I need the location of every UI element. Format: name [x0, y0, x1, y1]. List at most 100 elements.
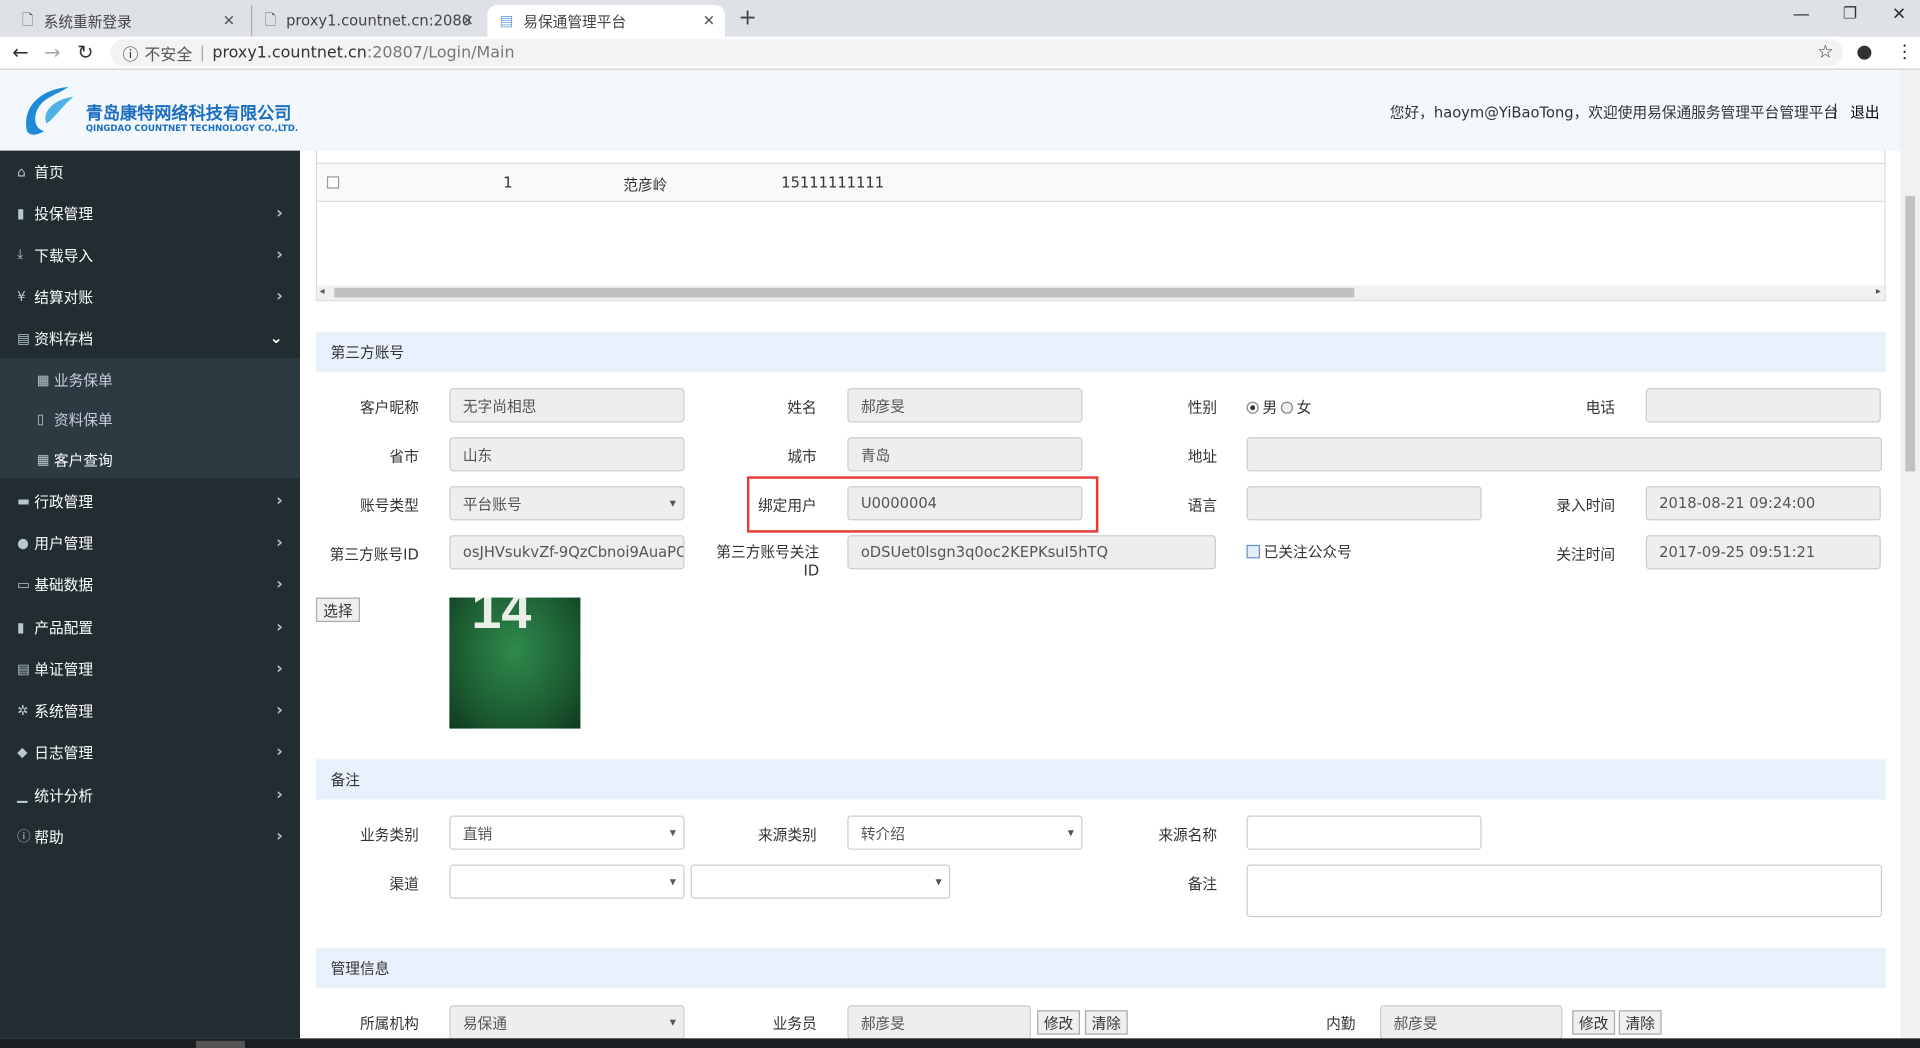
sidebar-item[interactable]: ▁ 统计分析 ›: [0, 774, 300, 816]
sidebar-item-label: 统计分析: [34, 786, 94, 804]
biz-type-select[interactable]: 直销: [449, 815, 685, 850]
staff-edit-button[interactable]: 修改: [1572, 1010, 1616, 1035]
browser-tab[interactable]: 🗋 系统重新登录 ✕: [10, 5, 245, 37]
account-type-label: 账号类型: [359, 497, 419, 515]
scrollbar-thumb[interactable]: [1905, 195, 1916, 472]
sidebar-item[interactable]: ▤ 单证管理 ›: [0, 648, 300, 690]
source-name-input[interactable]: [1246, 815, 1482, 850]
briefcase-icon: ▬: [17, 492, 30, 509]
back-button[interactable]: ←: [12, 40, 28, 63]
file-icon: ▮: [17, 205, 25, 222]
sidebar-item[interactable]: ▤ 资料存档 ⌄: [0, 317, 300, 359]
chart-icon: ▁: [17, 786, 28, 803]
horizontal-scrollbar[interactable]: ◂ ▸: [317, 285, 1885, 301]
sidebar-item[interactable]: ▦ 客户查询: [0, 438, 300, 480]
sidebar-item-label: 用户管理: [34, 534, 94, 552]
logout-link[interactable]: 退出: [1850, 102, 1879, 123]
sidebar-item[interactable]: ¥ 结算对账 ›: [0, 276, 300, 318]
female-label: 女: [1296, 399, 1312, 417]
tags-icon: ◆: [17, 743, 28, 760]
sidebar-item[interactable]: ● 用户管理 ›: [0, 522, 300, 564]
sidebar-item[interactable]: ⓘ 帮助 ›: [0, 816, 300, 858]
address-input[interactable]: [1246, 437, 1883, 472]
list-icon: ▤: [17, 330, 30, 346]
salesman-clear-button[interactable]: 清除: [1084, 1010, 1128, 1035]
close-window-button[interactable]: ✕: [1892, 5, 1906, 25]
scrollbar-thumb[interactable]: [334, 287, 1355, 298]
minimize-button[interactable]: —: [1793, 5, 1810, 25]
sidebar-item[interactable]: ◆ 日志管理 ›: [0, 731, 300, 773]
forward-button[interactable]: →: [44, 40, 60, 63]
female-radio[interactable]: [1280, 401, 1294, 414]
taskbar: [0, 1038, 1920, 1048]
sidebar-item[interactable]: ▮ 产品配置 ›: [0, 606, 300, 648]
phone-input[interactable]: [1645, 388, 1881, 423]
salesman-edit-button[interactable]: 修改: [1037, 1010, 1081, 1035]
page-icon: ▤: [499, 12, 514, 30]
avatar-image: 14: [449, 597, 581, 729]
province-label: 省市: [389, 448, 419, 466]
language-input[interactable]: [1246, 486, 1482, 521]
nickname-input[interactable]: 无字尚相思: [449, 388, 685, 423]
browser-tab[interactable]: 🗋 proxy1.countnet.cn:20801/Veh✕: [251, 4, 484, 37]
chevron-right-icon: ›: [276, 701, 283, 720]
staff-clear-button[interactable]: 清除: [1618, 1010, 1662, 1035]
bind-user-input[interactable]: U0000004: [847, 486, 1083, 521]
org-select[interactable]: 易保通: [449, 1005, 685, 1040]
follow-time-input[interactable]: 2017-09-25 09:51:21: [1645, 535, 1881, 570]
vertical-scrollbar[interactable]: [1900, 69, 1920, 1039]
province-input[interactable]: 山东: [449, 437, 685, 472]
channel-select-1[interactable]: [449, 864, 685, 899]
sidebar-item[interactable]: ✲ 系统管理 ›: [0, 689, 300, 731]
address-label: 地址: [1187, 448, 1218, 466]
url-input[interactable]: ⓘ 不安全 | proxy1.countnet.cn:20807/Login/M…: [110, 39, 1843, 67]
staff-input[interactable]: 郝彦旻: [1380, 1005, 1563, 1040]
org-label: 所属机构: [359, 1015, 419, 1033]
menu-icon[interactable]: ⋮: [1896, 40, 1914, 62]
sidebar-item[interactable]: ⌂ 首页: [0, 151, 300, 193]
source-type-select[interactable]: 转介绍: [847, 815, 1083, 850]
sidebar-item[interactable]: ▦ 业务保单: [0, 359, 300, 401]
sidebar-item-label: 客户查询: [53, 451, 113, 469]
row-checkbox[interactable]: [326, 176, 340, 189]
account-id-label: 第三方账号ID: [329, 546, 419, 564]
info-icon[interactable]: ⓘ: [122, 41, 138, 64]
sidebar: ⌂ 首页 ▮ 投保管理 › ⤓ 下载导入 › ¥ 结算对账 › ▤ 资料存档 ⌄ ▦ 业务保单 ▯ 资料保单 ▦ 客户…: [0, 150, 301, 1039]
table-row[interactable]: 1 范彦岭 15111111111: [317, 162, 1885, 203]
close-tab-icon[interactable]: ✕: [223, 12, 235, 29]
source-type-label: 来源类别: [757, 826, 817, 844]
reload-button[interactable]: ↻: [77, 40, 93, 63]
name-input[interactable]: 郝彦旻: [847, 388, 1083, 423]
close-tab-icon[interactable]: ✕: [703, 12, 715, 29]
section-management: 管理信息: [315, 947, 1886, 989]
sidebar-item[interactable]: ▬ 行政管理 ›: [0, 480, 300, 522]
sidebar-item-label: 帮助: [34, 828, 64, 846]
account-type-select[interactable]: 平台账号: [449, 486, 685, 521]
city-input[interactable]: 青岛: [847, 437, 1083, 472]
close-tab-icon[interactable]: ✕: [462, 12, 474, 29]
follow-id-input[interactable]: oDSUet0lsgn3q0oc2KEPKsuI5hTQ: [847, 535, 1216, 570]
channel-select-2[interactable]: [690, 864, 951, 899]
salesman-input[interactable]: 郝彦旻: [847, 1005, 1032, 1040]
gender-radio-group: 男 女: [1246, 397, 1312, 418]
sidebar-item[interactable]: ⤓ 下载导入 ›: [0, 234, 300, 276]
account-id-input[interactable]: osJHVsukvZf-9QzCbnoi9AuaPO: [449, 535, 685, 570]
sidebar-item[interactable]: ▯ 资料保单: [0, 398, 300, 440]
entry-time-input[interactable]: 2018-08-21 09:24:00: [1645, 486, 1881, 521]
maximize-button[interactable]: ❐: [1843, 5, 1857, 23]
sidebar-item-label: 单证管理: [34, 660, 94, 678]
sidebar-item[interactable]: ▮ 投保管理 ›: [0, 192, 300, 234]
browser-tab-bar: 🗋系统重新登录✕ 🗋proxy1.countnet.cn:20801/Veh✕ …: [0, 0, 1920, 37]
followed-checkbox[interactable]: [1246, 544, 1261, 559]
sidebar-item[interactable]: ▭ 基础数据 ›: [0, 563, 300, 605]
male-radio[interactable]: [1246, 401, 1259, 414]
sidebar-item-label: 产品配置: [34, 618, 94, 637]
browser-tab-active[interactable]: ▤ 易保通管理平台 ✕: [487, 4, 725, 37]
section-third-party: 第三方账号: [315, 331, 1886, 373]
choose-button[interactable]: 选择: [315, 597, 361, 623]
tab-title: proxy1.countnet.cn:20801/Veh: [286, 12, 470, 30]
account-icon[interactable]: ●: [1856, 40, 1872, 62]
bookmark-star-icon[interactable]: ☆: [1817, 40, 1833, 62]
note-textarea[interactable]: [1246, 864, 1883, 918]
new-tab-button[interactable]: +: [738, 5, 756, 31]
